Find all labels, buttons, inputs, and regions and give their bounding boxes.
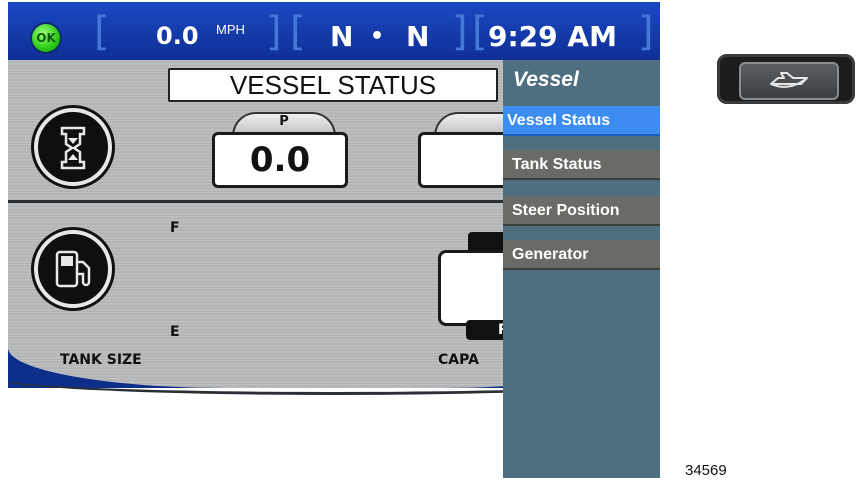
speed-unit: MPH [216,22,245,37]
vessel-button-face[interactable] [739,62,839,100]
fuel-empty-marker: E [170,324,180,340]
menu-item-tank-status[interactable]: Tank Status [503,150,660,180]
tank-size-label: TANK SIZE [60,352,142,368]
bracket-right-2: ] [452,9,468,55]
bracket-right-1: ] [266,9,282,55]
fuel-pump-icon [34,230,112,308]
port-readout: 0.0 [212,132,348,188]
divider [8,200,508,203]
fuel-full-marker: F [170,220,180,236]
vessel-button[interactable] [717,54,855,104]
bracket-right-3: ] [638,9,654,55]
speed-value: 0.0 [156,22,199,50]
engine-hours-icon [34,108,112,186]
menu-title: Vessel [513,68,579,91]
bracket-left-3: [ [472,9,488,55]
gear-starboard: N [406,20,430,53]
menu-item-vessel-status[interactable]: Vessel Status [503,106,660,136]
bracket-left-1: [ [94,9,110,55]
bracket-left-2: [ [290,9,306,55]
side-menu: Vessel Vessel Status Tank Status Steer P… [503,60,660,478]
ok-status-indicator: OK [32,24,60,52]
capacity-label: CAPA [438,352,479,368]
display-screen: OK [ 0.0 MPH ] [ N • N ] [ 9:29 AM ] VES… [8,2,660,478]
page-title: VESSEL STATUS [168,68,498,102]
menu-item-generator[interactable]: Generator [503,240,660,270]
gear-separator: • [370,24,385,49]
gear-port: N [330,20,354,53]
clock: 9:29 AM [488,20,617,53]
figure-id: 34569 [685,462,727,479]
boat-icon [770,72,808,88]
status-bar: OK [ 0.0 MPH ] [ N • N ] [ 9:29 AM ] [8,2,660,60]
menu-item-steer-position[interactable]: Steer Position [503,196,660,226]
